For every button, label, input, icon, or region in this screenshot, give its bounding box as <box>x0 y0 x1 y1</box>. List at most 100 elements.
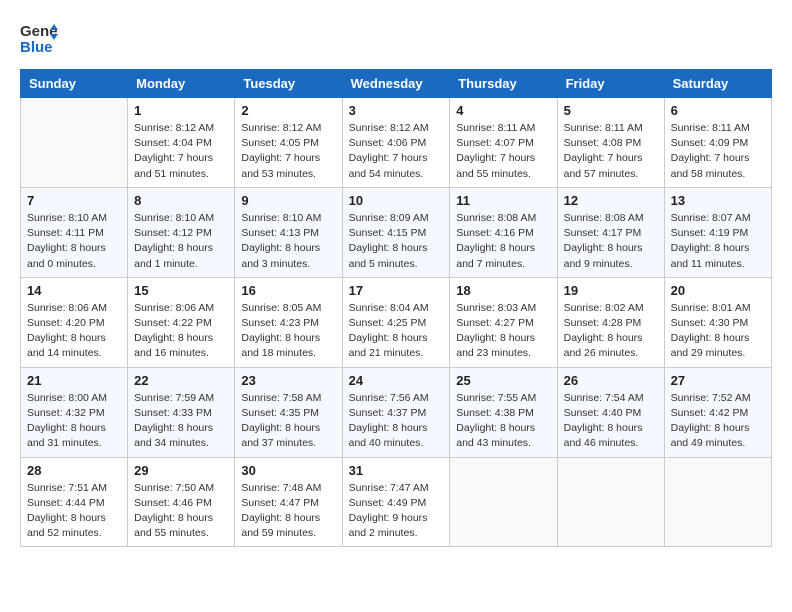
week-row-5: 28 Sunrise: 7:51 AMSunset: 4:44 PMDayligh… <box>21 457 772 547</box>
day-info: Sunrise: 7:58 AMSunset: 4:35 PMDaylight:… <box>241 391 335 452</box>
calendar-cell: 2 Sunrise: 8:12 AMSunset: 4:05 PMDaylight… <box>235 98 342 188</box>
day-number: 13 <box>671 193 765 208</box>
day-info: Sunrise: 8:12 AMSunset: 4:05 PMDaylight:… <box>241 121 335 182</box>
day-number: 29 <box>134 463 228 478</box>
day-info: Sunrise: 8:07 AMSunset: 4:19 PMDaylight:… <box>671 211 765 272</box>
calendar-cell: 16 Sunrise: 8:05 AMSunset: 4:23 PMDayligh… <box>235 277 342 367</box>
calendar-cell: 3 Sunrise: 8:12 AMSunset: 4:06 PMDaylight… <box>342 98 450 188</box>
day-number: 14 <box>27 283 121 298</box>
calendar-cell: 27 Sunrise: 7:52 AMSunset: 4:42 PMDayligh… <box>664 367 771 457</box>
calendar-cell: 23Sunrise: 7:58 AMSunset: 4:35 PMDayligh… <box>235 367 342 457</box>
weekday-header-wednesday: Wednesday <box>342 70 450 98</box>
day-info: Sunrise: 8:02 AMSunset: 4:28 PMDaylight:… <box>564 301 658 362</box>
day-info: Sunrise: 7:51 AMSunset: 4:44 PMDaylight:… <box>27 481 121 542</box>
calendar-cell: 9Sunrise: 8:10 AMSunset: 4:13 PMDaylight… <box>235 187 342 277</box>
svg-text:General: General <box>20 23 58 40</box>
page-container: General Blue SundayMondayTuesdayWednesda… <box>0 0 792 557</box>
day-info: Sunrise: 8:11 AMSunset: 4:08 PMDaylight:… <box>564 121 658 182</box>
day-number: 16 <box>241 283 335 298</box>
calendar-cell: 20Sunrise: 8:01 AMSunset: 4:30 PMDayligh… <box>664 277 771 367</box>
calendar-cell: 11 Sunrise: 8:08 AMSunset: 4:16 PMDayligh… <box>450 187 557 277</box>
calendar-cell <box>557 457 664 547</box>
calendar-cell: 6Sunrise: 8:11 AMSunset: 4:09 PMDaylight… <box>664 98 771 188</box>
calendar-cell: 13 Sunrise: 8:07 AMSunset: 4:19 PMDayligh… <box>664 187 771 277</box>
day-info: Sunrise: 7:59 AMSunset: 4:33 PMDaylight:… <box>134 391 228 452</box>
day-number: 1 <box>134 103 228 118</box>
calendar-cell: 25Sunrise: 7:55 AMSunset: 4:38 PMDayligh… <box>450 367 557 457</box>
day-info: Sunrise: 7:52 AMSunset: 4:42 PMDaylight:… <box>671 391 765 452</box>
day-info: Sunrise: 8:06 AMSunset: 4:20 PMDaylight:… <box>27 301 121 362</box>
day-info: Sunrise: 7:50 AMSunset: 4:46 PMDaylight:… <box>134 481 228 542</box>
day-info: Sunrise: 8:12 AMSunset: 4:04 PMDaylight:… <box>134 121 228 182</box>
calendar-cell: 12Sunrise: 8:08 AMSunset: 4:17 PMDayligh… <box>557 187 664 277</box>
calendar-cell: 30 Sunrise: 7:48 AMSunset: 4:47 PMDayligh… <box>235 457 342 547</box>
day-info: Sunrise: 7:56 AMSunset: 4:37 PMDaylight:… <box>349 391 444 452</box>
day-number: 3 <box>349 103 444 118</box>
day-number: 19 <box>564 283 658 298</box>
weekday-header-thursday: Thursday <box>450 70 557 98</box>
day-info: Sunrise: 8:10 AMSunset: 4:12 PMDaylight:… <box>134 211 228 272</box>
calendar-cell: 14 Sunrise: 8:06 AMSunset: 4:20 PMDayligh… <box>21 277 128 367</box>
svg-text:Blue: Blue <box>20 39 53 56</box>
day-info: Sunrise: 8:08 AMSunset: 4:17 PMDaylight:… <box>564 211 658 272</box>
calendar-cell <box>664 457 771 547</box>
day-info: Sunrise: 7:54 AMSunset: 4:40 PMDaylight:… <box>564 391 658 452</box>
calendar-cell: 18Sunrise: 8:03 AMSunset: 4:27 PMDayligh… <box>450 277 557 367</box>
day-number: 24 <box>349 373 444 388</box>
weekday-header-sunday: Sunday <box>21 70 128 98</box>
day-number: 20 <box>671 283 765 298</box>
day-number: 10 <box>349 193 444 208</box>
day-number: 31 <box>349 463 444 478</box>
week-row-3: 14 Sunrise: 8:06 AMSunset: 4:20 PMDayligh… <box>21 277 772 367</box>
logo: General Blue <box>20 20 58 63</box>
calendar-cell: 22 Sunrise: 7:59 AMSunset: 4:33 PMDayligh… <box>128 367 235 457</box>
calendar-cell: 28 Sunrise: 7:51 AMSunset: 4:44 PMDayligh… <box>21 457 128 547</box>
day-number: 2 <box>241 103 335 118</box>
week-row-4: 21 Sunrise: 8:00 AMSunset: 4:32 PMDayligh… <box>21 367 772 457</box>
day-number: 11 <box>456 193 550 208</box>
weekday-header-monday: Monday <box>128 70 235 98</box>
day-number: 4 <box>456 103 550 118</box>
day-number: 22 <box>134 373 228 388</box>
day-info: Sunrise: 8:04 AMSunset: 4:25 PMDaylight:… <box>349 301 444 362</box>
day-info: Sunrise: 8:09 AMSunset: 4:15 PMDaylight:… <box>349 211 444 272</box>
calendar-cell: 10 Sunrise: 8:09 AMSunset: 4:15 PMDayligh… <box>342 187 450 277</box>
day-info: Sunrise: 8:00 AMSunset: 4:32 PMDaylight:… <box>27 391 121 452</box>
day-number: 21 <box>27 373 121 388</box>
day-number: 9 <box>241 193 335 208</box>
day-info: Sunrise: 8:08 AMSunset: 4:16 PMDaylight:… <box>456 211 550 272</box>
day-number: 28 <box>27 463 121 478</box>
calendar-cell: 15 Sunrise: 8:06 AMSunset: 4:22 PMDayligh… <box>128 277 235 367</box>
day-number: 8 <box>134 193 228 208</box>
day-info: Sunrise: 8:06 AMSunset: 4:22 PMDaylight:… <box>134 301 228 362</box>
weekday-header-friday: Friday <box>557 70 664 98</box>
day-info: Sunrise: 7:47 AMSunset: 4:49 PMDaylight:… <box>349 481 444 542</box>
day-number: 26 <box>564 373 658 388</box>
weekday-header-row: SundayMondayTuesdayWednesdayThursdayFrid… <box>21 70 772 98</box>
day-info: Sunrise: 8:11 AMSunset: 4:07 PMDaylight:… <box>456 121 550 182</box>
calendar-table: SundayMondayTuesdayWednesdayThursdayFrid… <box>20 69 772 547</box>
day-info: Sunrise: 7:48 AMSunset: 4:47 PMDaylight:… <box>241 481 335 542</box>
day-number: 30 <box>241 463 335 478</box>
day-info: Sunrise: 7:55 AMSunset: 4:38 PMDaylight:… <box>456 391 550 452</box>
weekday-header-saturday: Saturday <box>664 70 771 98</box>
day-info: Sunrise: 8:10 AMSunset: 4:11 PMDaylight:… <box>27 211 121 272</box>
weekday-header-tuesday: Tuesday <box>235 70 342 98</box>
day-info: Sunrise: 8:05 AMSunset: 4:23 PMDaylight:… <box>241 301 335 362</box>
calendar-cell <box>450 457 557 547</box>
calendar-cell <box>21 98 128 188</box>
calendar-cell: 8 Sunrise: 8:10 AMSunset: 4:12 PMDaylight… <box>128 187 235 277</box>
calendar-cell: 26 Sunrise: 7:54 AMSunset: 4:40 PMDayligh… <box>557 367 664 457</box>
logo-icon: General Blue <box>20 20 58 63</box>
day-number: 27 <box>671 373 765 388</box>
calendar-cell: 4 Sunrise: 8:11 AMSunset: 4:07 PMDaylight… <box>450 98 557 188</box>
day-number: 5 <box>564 103 658 118</box>
day-info: Sunrise: 8:12 AMSunset: 4:06 PMDaylight:… <box>349 121 444 182</box>
calendar-cell: 17Sunrise: 8:04 AMSunset: 4:25 PMDayligh… <box>342 277 450 367</box>
calendar-cell: 5 Sunrise: 8:11 AMSunset: 4:08 PMDaylight… <box>557 98 664 188</box>
header: General Blue <box>20 20 772 63</box>
day-number: 6 <box>671 103 765 118</box>
day-number: 15 <box>134 283 228 298</box>
calendar-cell: 24 Sunrise: 7:56 AMSunset: 4:37 PMDayligh… <box>342 367 450 457</box>
calendar-cell: 21 Sunrise: 8:00 AMSunset: 4:32 PMDayligh… <box>21 367 128 457</box>
